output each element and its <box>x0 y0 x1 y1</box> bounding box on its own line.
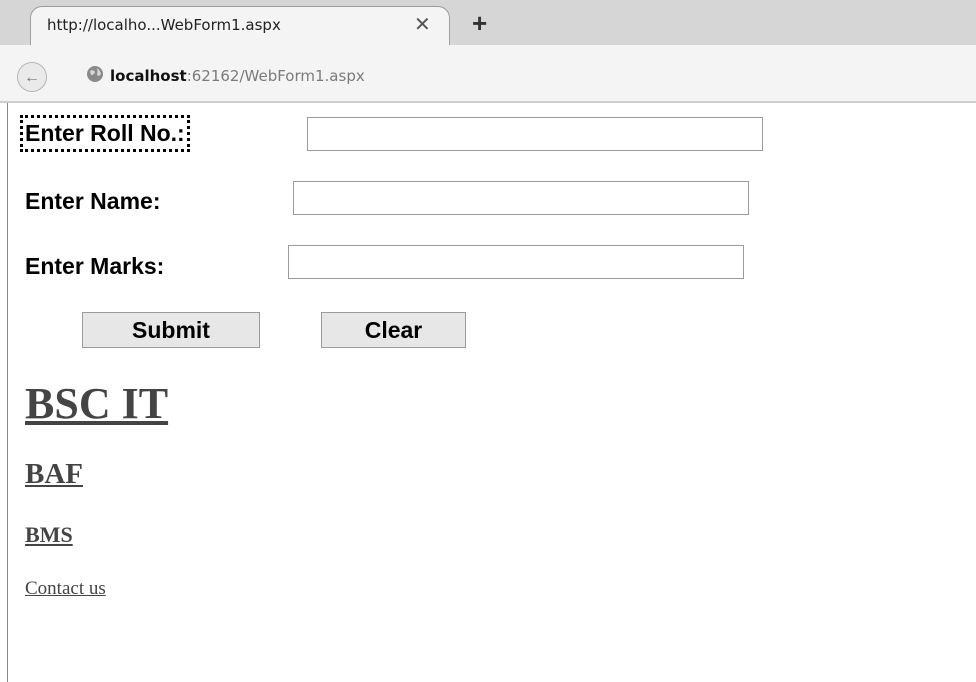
content-edge <box>7 103 8 682</box>
name-label: Enter Name: <box>25 188 161 214</box>
submit-button[interactable]: Submit <box>82 312 260 348</box>
address-bar: ← localhost:62162/WebForm1.aspx <box>0 45 976 103</box>
roll-input[interactable] <box>307 117 763 151</box>
bscit-link[interactable]: BSC IT <box>25 378 168 429</box>
name-input[interactable] <box>293 181 749 215</box>
url-path: :62162/WebForm1.aspx <box>186 67 365 85</box>
tab-strip: http://localho...WebForm1.aspx ✕ + <box>0 0 976 45</box>
clear-button[interactable]: Clear <box>321 312 466 348</box>
tab-title: http://localho...WebForm1.aspx <box>47 16 281 34</box>
plus-icon[interactable]: + <box>472 8 487 39</box>
marks-input[interactable] <box>288 245 744 279</box>
baf-link[interactable]: BAF <box>25 458 83 491</box>
globe-icon <box>86 65 104 88</box>
back-arrow-icon[interactable]: ← <box>17 62 47 92</box>
contact-link[interactable]: Contact us <box>25 578 106 600</box>
url-host: localhost <box>110 67 187 85</box>
marks-label: Enter Marks: <box>25 253 165 279</box>
close-icon[interactable]: ✕ <box>414 12 431 36</box>
roll-label: Enter Roll No.: <box>20 115 190 152</box>
url-text[interactable]: localhost:62162/WebForm1.aspx <box>110 67 365 85</box>
bms-link[interactable]: BMS <box>25 522 73 548</box>
browser-tab[interactable]: http://localho...WebForm1.aspx ✕ <box>30 6 450 45</box>
